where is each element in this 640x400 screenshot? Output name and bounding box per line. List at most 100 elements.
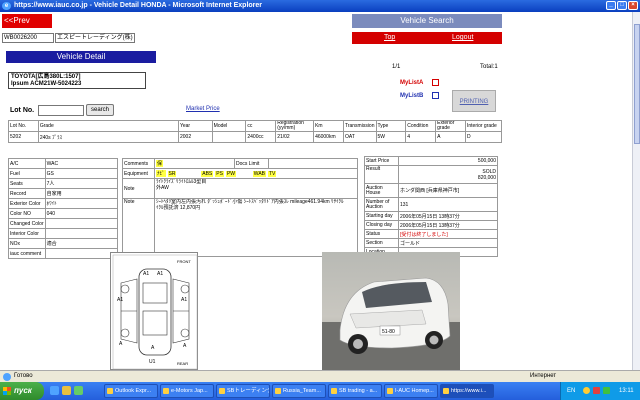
- spec-header: Grade: [37, 120, 179, 132]
- spec-value: D: [464, 131, 503, 143]
- taskbar-item[interactable]: Russia_Team...: [272, 384, 326, 398]
- spec-header: Lot No.: [8, 120, 39, 132]
- ie-icon: e: [2, 2, 11, 10]
- language-indicator[interactable]: EN: [567, 382, 575, 400]
- auction-sheet-image[interactable]: FRONT REAR A1 A1 A1 A1 A A A U1: [110, 252, 198, 370]
- comments-table: Comments 保 Docs Limit Equipment ﾅﾋﾞ SR AB…: [122, 158, 358, 257]
- vertical-scrollbar[interactable]: [632, 12, 640, 370]
- spec-value: 5W: [375, 131, 407, 143]
- market-price-link[interactable]: Market Price: [186, 106, 220, 112]
- mylist-a-label: MyListA: [400, 80, 424, 86]
- browser-content: <<Prev Vehicle Search Top Logout WB00262…: [0, 12, 640, 370]
- nox-label: NOx: [8, 238, 46, 249]
- equipment-badge: SR: [167, 171, 177, 177]
- docs-limit-value: [268, 158, 358, 169]
- window-title-bar: e https://www.iauc.co.jp - Vehicle Detai…: [0, 0, 640, 12]
- seats-value: 7人: [44, 178, 119, 189]
- desktop-quicklaunch-icon[interactable]: [74, 386, 83, 395]
- spec-header: cc: [245, 120, 277, 132]
- sheet-front-label: FRONT: [177, 259, 191, 264]
- outlook-quicklaunch-icon[interactable]: [62, 386, 71, 395]
- spec-header: Type: [375, 120, 407, 132]
- color-no-value: 040: [44, 208, 119, 219]
- taskbar-item[interactable]: Outlook Expr...: [104, 384, 158, 398]
- record-value: 自家用: [44, 188, 119, 199]
- vehicle-title-box: TOYOTA[広島380L:1507] Ipsum ACM21W-5024223: [8, 72, 146, 89]
- auction-house-value: ホンダ関西 [兵庫県神戸市]: [398, 183, 498, 198]
- damage-mark: U1: [149, 359, 156, 365]
- spec-header-row: Lot No. Grade Year Model cc Registration…: [8, 120, 503, 132]
- exterior-color-value: ﾎﾜｲﾄ: [44, 198, 119, 209]
- car-photo[interactable]: 51-80: [322, 252, 460, 370]
- scrollbar-thumb[interactable]: [634, 24, 640, 144]
- auction-info-table: Start Price 500,000 Result SOLD 820,000 Auc…: [364, 156, 498, 257]
- nox-value: 適合: [44, 238, 119, 249]
- damage-mark: A1: [143, 271, 149, 277]
- tray-icon[interactable]: [593, 387, 600, 394]
- iauc-comment-value: [44, 248, 119, 259]
- equipment-list: ﾅﾋﾞ SR ABS PS PW WAB TV: [154, 168, 358, 179]
- vehicle-model-line: Ipsum ACM21W-5024223: [11, 81, 82, 87]
- taskbar-item[interactable]: e-Motors Jap...: [160, 384, 214, 398]
- start-button[interactable]: пуск: [0, 382, 44, 400]
- top-link[interactable]: Top: [384, 32, 395, 44]
- tray-icon[interactable]: [603, 387, 610, 394]
- closing-day-value: 2006年05月15日 13時37分: [398, 220, 498, 230]
- docs-limit-label: Docs Limit: [234, 158, 269, 169]
- user-id-field: WB0026200: [2, 33, 54, 43]
- spec-value: OAT: [342, 131, 377, 143]
- status-bar: Готово Интернет: [0, 370, 640, 382]
- auction-house-label: Auction House: [364, 183, 399, 198]
- spec-value: [211, 131, 247, 143]
- spec-header: Exterior grade: [435, 120, 466, 132]
- damage-mark: A1: [117, 297, 123, 303]
- ie-quicklaunch-icon[interactable]: [50, 386, 59, 395]
- taskbar: пуск Outlook Expr... e-Motors Jap... SBト…: [0, 382, 640, 400]
- interior-color-label: Interior Color: [8, 228, 46, 239]
- taskbar-item-active[interactable]: https://www.i...: [440, 384, 494, 398]
- spec-header: Model: [211, 120, 247, 132]
- close-icon[interactable]: ×: [628, 1, 638, 10]
- car-damage-diagram: FRONT REAR A1 A1 A1 A1 A A A U1: [112, 254, 198, 370]
- tray-icon[interactable]: [583, 387, 590, 394]
- interior-color-value: [44, 228, 119, 239]
- mylist-a-checkbox[interactable]: [432, 79, 439, 86]
- printing-button[interactable]: PRINTING: [452, 90, 496, 112]
- result-label: Result: [364, 165, 399, 184]
- prev-button[interactable]: <<Prev: [2, 14, 52, 28]
- spec-value: 21/02: [275, 131, 315, 143]
- clock: 13:11: [619, 388, 634, 394]
- spec-header: Km: [313, 120, 344, 132]
- page-icon: [3, 373, 11, 381]
- status-label: Status: [364, 229, 399, 239]
- mylist-b-checkbox[interactable]: [432, 92, 439, 99]
- start-price-label: Start Price: [364, 156, 399, 166]
- damage-mark: A1: [181, 297, 187, 303]
- taskbar-item[interactable]: SBトレーディング: [216, 384, 270, 398]
- minimize-icon[interactable]: _: [606, 1, 616, 10]
- comments-label: Comments: [122, 158, 155, 169]
- taskbar-item[interactable]: I-AUC Homep...: [384, 384, 438, 398]
- vehicle-info-table: A/C WAC Fuel GS Seats 7人 Record 自家用 Exterior…: [8, 158, 119, 259]
- exterior-color-label: Exterior Color: [8, 198, 46, 209]
- spec-value: 240s ﾌﾟﾗｽ: [37, 131, 179, 143]
- total-count: Total:1: [480, 64, 498, 70]
- note-label: Note: [122, 178, 155, 199]
- lot-no-input[interactable]: [38, 105, 84, 116]
- equipment-badge: ABS: [201, 171, 214, 177]
- system-tray: EN 13:11: [560, 382, 640, 400]
- maximize-icon[interactable]: □: [617, 1, 627, 10]
- taskbar-item[interactable]: SB trading - a...: [328, 384, 382, 398]
- result-price: 820,000: [477, 174, 496, 181]
- spec-header: Registration (yy/mm): [275, 120, 315, 132]
- changed-color-label: Changed Color: [8, 218, 46, 229]
- spec-header: Year: [177, 120, 213, 132]
- spec-header: Interior grade: [464, 120, 503, 132]
- company-name-field: エスピートレーディング(株): [55, 33, 135, 43]
- search-button[interactable]: search: [86, 104, 114, 116]
- logout-link[interactable]: Logout: [452, 32, 473, 44]
- ac-value: WAC: [44, 158, 119, 169]
- equipment-badge: TV: [268, 171, 277, 177]
- iauc-comment-label: iauc comment: [8, 248, 46, 259]
- color-no-label: Color NO: [8, 208, 46, 219]
